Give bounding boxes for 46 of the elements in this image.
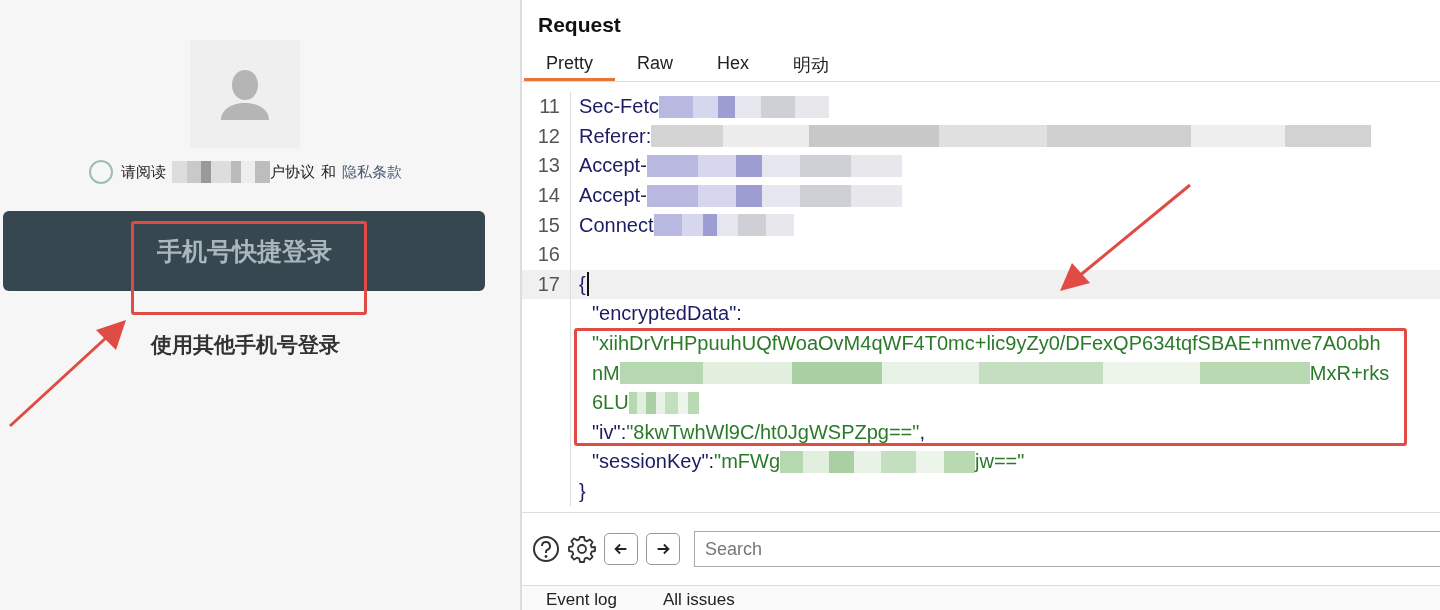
help-icon[interactable] xyxy=(532,535,560,563)
code-text: "encryptedData": xyxy=(592,302,742,326)
code-text: "mFWg xyxy=(714,450,780,474)
line-number: 17 xyxy=(537,272,560,296)
other-phone-login-link[interactable]: 使用其他手机号登录 xyxy=(150,331,340,359)
code-text: MxR+rks xyxy=(1309,361,1390,385)
code-text: "sessionKey": xyxy=(592,450,715,474)
text-cursor xyxy=(586,272,589,297)
view-tab[interactable]: Hex xyxy=(695,45,772,81)
code-text: nM xyxy=(592,361,620,385)
panel-title: Request xyxy=(537,12,622,38)
line-number: 15 xyxy=(537,213,560,237)
code-text: "iv": xyxy=(592,420,627,444)
code-text: jw==" xyxy=(975,450,1025,474)
code-text: { xyxy=(579,272,586,296)
code-text: Referer: xyxy=(579,124,652,148)
code-text: Accept- xyxy=(579,184,647,208)
code-text: , xyxy=(919,420,925,444)
line-number: 11 xyxy=(539,95,560,119)
code-text: "8kwTwhWl9C/ht0JgWSPZpg==" xyxy=(626,420,920,444)
code-text: Sec-Fetc xyxy=(579,95,660,119)
line-number: 12 xyxy=(537,124,560,148)
code-text: } xyxy=(579,480,586,503)
line-number: 13 xyxy=(537,154,560,178)
view-tab[interactable]: Pretty xyxy=(524,45,615,81)
redacted-text xyxy=(628,391,699,414)
view-tab[interactable]: Raw xyxy=(615,45,696,81)
quick-login-button[interactable]: 手机号快捷登录 xyxy=(3,211,485,291)
search-field[interactable]: Search xyxy=(694,531,1440,567)
forward-button[interactable] xyxy=(646,533,680,565)
agree-checkbox[interactable] xyxy=(88,160,113,184)
line-number: 14 xyxy=(537,184,560,208)
settings-icon[interactable] xyxy=(568,535,596,563)
bottom-tab[interactable]: All issues xyxy=(662,590,735,610)
code-text: 6LU xyxy=(592,391,629,415)
line-number: 16 xyxy=(537,243,560,267)
code-text: Accept- xyxy=(579,154,647,178)
back-button[interactable] xyxy=(604,533,638,565)
bottom-tab[interactable]: Event log xyxy=(546,590,617,610)
view-tab[interactable]: 明动 xyxy=(771,45,852,81)
agreement-text: 请阅读 xyxy=(120,162,166,182)
privacy-link[interactable]: 隐私条款 xyxy=(341,162,402,182)
code-text: Connect xyxy=(579,213,654,237)
agreement-text: 和 xyxy=(320,162,336,182)
code-text: "xiihDrVrHPpuuhUQfWoaOvM4qWF4T0mc+lic9yZy0/DFexQP634tqfSBAE+nmve7A0obh xyxy=(592,332,1381,356)
agreement-text: 户协议 xyxy=(269,162,315,182)
